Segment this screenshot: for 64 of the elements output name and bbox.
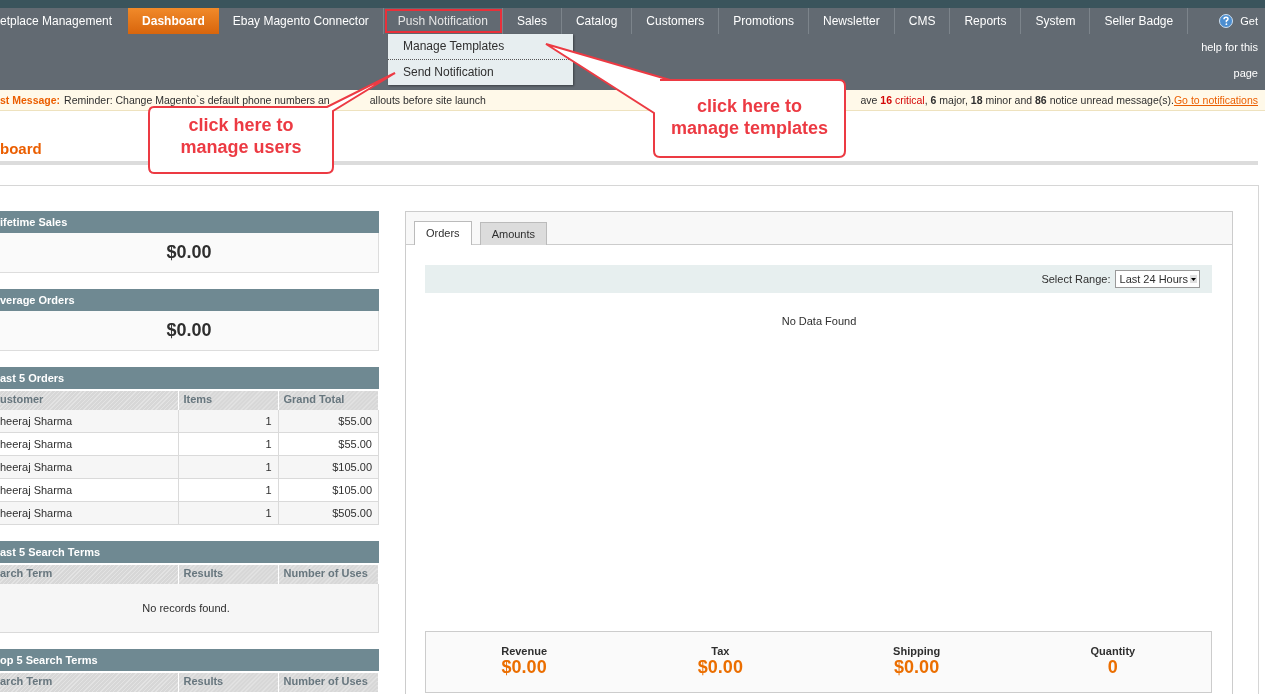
caret-icon (1190, 275, 1197, 283)
table-cell: 1 (178, 410, 278, 433)
column-header[interactable]: ustomer (0, 390, 178, 410)
panel-header: ast 5 Search Terms (0, 541, 379, 563)
panel-value: $0.00 (166, 242, 212, 263)
table-cell: heeraj Sharma (0, 432, 178, 456)
nav-menu-item[interactable]: Dashboard (128, 8, 219, 34)
panel-value: $0.00 (166, 320, 212, 341)
table-cell: heeraj Sharma (0, 410, 178, 433)
range-select[interactable]: Last 24 Hours (1114, 270, 1200, 288)
table-cell: 1 (178, 432, 278, 456)
total-value: $0.00 (501, 657, 547, 677)
empty-message: No records found. (0, 584, 379, 633)
tab[interactable]: Orders (414, 221, 472, 245)
table-cell: $55.00 (278, 410, 379, 433)
nav-menu-item[interactable]: Newsletter (809, 8, 895, 34)
callout-text: click here to manage users (179, 114, 303, 158)
column-header[interactable]: arch Term (0, 564, 178, 584)
nav-menu-item[interactable]: Reports (950, 8, 1022, 34)
nav-menu-item[interactable]: Seller Badge (1090, 8, 1189, 34)
table-cell: heeraj Sharma (0, 501, 178, 525)
total-value: 0 (1107, 657, 1118, 677)
table-cell: $105.00 (278, 478, 379, 502)
empty-message: No Data Found (780, 315, 858, 327)
range-label: Select Range: (1041, 273, 1111, 285)
help-icon[interactable] (1219, 14, 1233, 28)
tab[interactable]: Amounts (479, 222, 548, 245)
column-header[interactable]: Grand Total (278, 390, 379, 410)
column-header[interactable]: Items (178, 390, 278, 410)
dropdown-item[interactable]: Manage Templates (388, 34, 573, 59)
total-value: $0.00 (697, 657, 743, 677)
help-link[interactable]: Get help for this page (1194, 8, 1258, 86)
message-label: st Message: (0, 93, 61, 108)
nav-menu-item[interactable]: Promotions (719, 8, 810, 34)
page-title: board (0, 140, 42, 159)
total-label: Tax (711, 645, 730, 657)
message-text: allouts before site launch (369, 93, 486, 108)
nav-menu-item[interactable]: etplace Management (0, 8, 125, 34)
panel-header: ast 5 Orders (0, 367, 379, 389)
total-label: Shipping (893, 645, 941, 657)
total-value: $0.00 (894, 657, 940, 677)
table-cell: 1 (178, 478, 278, 502)
nav-menu-item[interactable]: System (1021, 8, 1091, 34)
total-label: Revenue (501, 645, 548, 657)
column-header[interactable]: Results (178, 564, 278, 584)
panel-header: op 5 Search Terms (0, 649, 379, 671)
panel-header: ifetime Sales (0, 211, 379, 233)
column-header[interactable]: Number of Uses (278, 564, 379, 584)
table-cell: heeraj Sharma (0, 455, 178, 479)
message-text: Reminder: Change Magento`s default phone numbers an (64, 93, 330, 108)
nav-menu-item[interactable]: CMS (894, 8, 951, 34)
notification-summary: ave 16 critical, 6 major, 18 minor and 86 notice unread message(s). (860, 93, 1174, 108)
callout-text: click here to manage templates (669, 95, 830, 139)
column-header[interactable]: Number of Uses (278, 672, 379, 692)
nav-menu-item[interactable]: Customers (632, 8, 720, 34)
table-cell: $55.00 (278, 432, 379, 456)
panel-header: verage Orders (0, 289, 379, 311)
column-header[interactable]: arch Term (0, 672, 178, 692)
column-header[interactable]: Results (178, 672, 278, 692)
total-label: Quantity (1090, 645, 1136, 657)
nav-menu-item[interactable]: Ebay Magento Connector (218, 8, 384, 34)
notifications-link[interactable]: Go to notifications (1173, 90, 1258, 110)
nav-menu-item[interactable]: Push Notification (383, 8, 503, 34)
table-cell: heeraj Sharma (0, 478, 178, 502)
